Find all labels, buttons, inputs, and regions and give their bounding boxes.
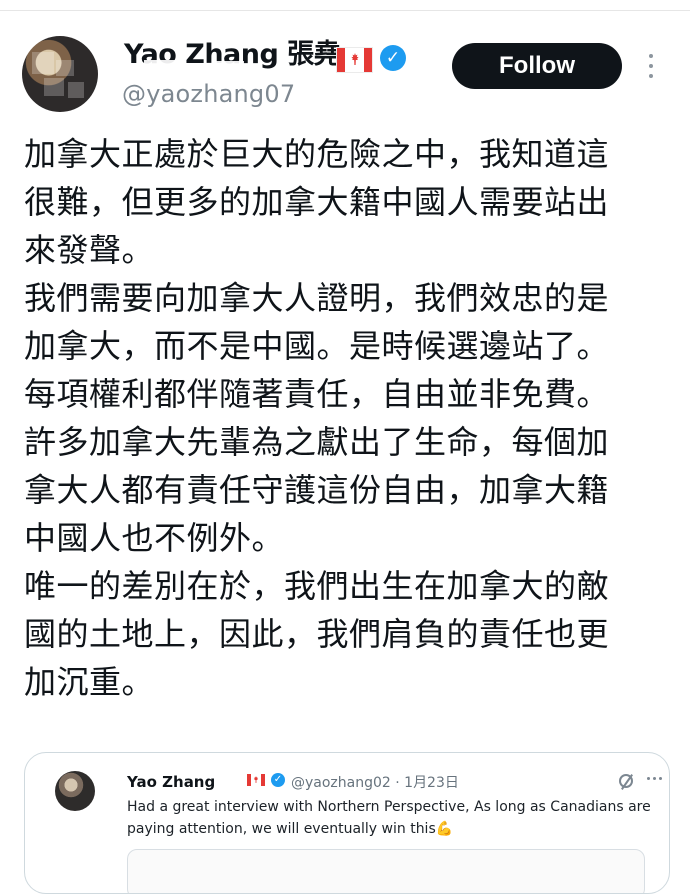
verified-icon: ✓ — [271, 773, 285, 787]
quoted-author-name[interactable]: Yao Zhang — [127, 773, 215, 791]
avatar-mosaic-block — [44, 78, 64, 96]
post-text-line: 中國人也不例外。 — [24, 519, 285, 557]
post-text-line: 很難，但更多的加拿大籍中國人需要站出 — [24, 183, 610, 221]
follow-button[interactable]: Follow — [452, 43, 622, 89]
quoted-handle-date[interactable]: @yaozhang02 · 1月23日 — [291, 772, 459, 792]
post-text-line: 來發聲。 — [24, 231, 155, 269]
author-handle[interactable]: @yaozhang07 — [122, 82, 295, 106]
post-text-line: 加沉重。 — [24, 663, 155, 701]
quoted-text-line: Had a great interview with Northern Pers… — [127, 799, 651, 815]
post-text-line: 每項權利都伴隨著責任，自由並非免費。 — [24, 375, 610, 413]
avatar-mosaic-block — [68, 82, 84, 98]
more-dot — [649, 64, 653, 68]
profile-avatar[interactable] — [22, 36, 98, 112]
name-redaction-bar — [212, 61, 244, 69]
avatar-mosaic-block — [32, 52, 54, 74]
more-dot — [659, 777, 662, 780]
more-options-icon[interactable] — [647, 777, 665, 781]
post-text-line: 加拿大正處於巨大的危險之中，我知道這 — [24, 135, 610, 173]
more-dot — [647, 777, 650, 780]
canada-flag-icon — [247, 774, 265, 786]
top-divider — [0, 10, 690, 11]
grok-icon[interactable] — [619, 774, 633, 788]
verified-icon: ✓ — [380, 45, 406, 71]
avatar-mosaic-block — [56, 60, 74, 76]
quoted-text-line: paying attention, we will eventually win… — [127, 821, 454, 837]
more-dot — [649, 74, 653, 78]
maple-leaf-icon — [253, 776, 259, 783]
more-dot — [649, 54, 653, 58]
more-options-icon[interactable] — [645, 54, 657, 78]
post-text-line: 國的土地上，因此，我們肩負的責任也更 — [24, 615, 610, 653]
post-text-line: 唯一的差別在於，我們出生在加拿大的敵 — [24, 567, 610, 605]
post-text-line: 許多加拿大先輩為之獻出了生命，每個加 — [24, 423, 610, 461]
quoted-author-avatar[interactable] — [55, 771, 95, 811]
more-dot — [653, 777, 656, 780]
post-text-line: 加拿大，而不是中國。是時候選邊站了。 — [24, 327, 610, 365]
name-redaction-bar — [144, 60, 184, 68]
quoted-post-text: Had a great interview with Northern Pers… — [127, 796, 651, 840]
post-text-line: 我們需要向加拿大人證明，我們效忠的是 — [24, 279, 610, 317]
canada-flag-icon — [336, 47, 373, 73]
quoted-media-preview[interactable] — [127, 849, 645, 893]
post-text: 加拿大正處於巨大的危險之中，我知道這 很難，但更多的加拿大籍中國人需要站出 來發… — [24, 130, 664, 706]
quoted-post-card[interactable]: Yao Zhang ✓ @yaozhang02 · 1月23日 Had a gr… — [24, 752, 670, 894]
maple-leaf-icon — [351, 53, 359, 65]
post-text-line: 拿大人都有責任守護這份自由，加拿大籍 — [24, 471, 610, 509]
